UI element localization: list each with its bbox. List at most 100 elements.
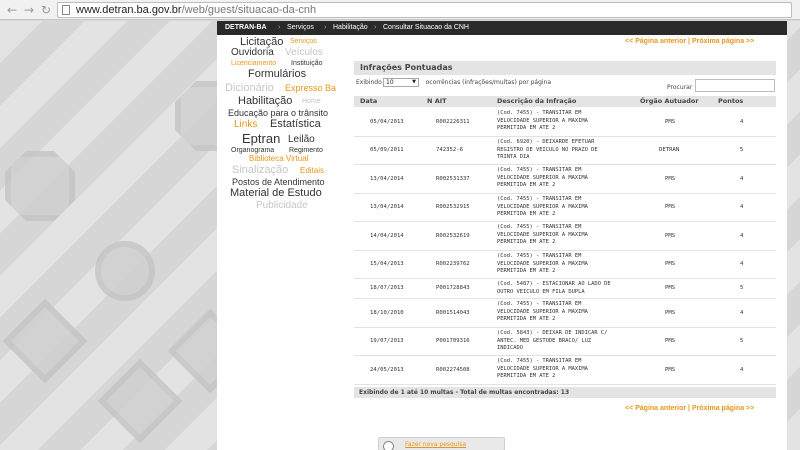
cell-date: 15/04/2013	[370, 261, 404, 267]
cell-ait: 742352-6	[436, 147, 463, 153]
breadcrumb: DETRAN-BA › Serviços › Habilitação › Con…	[217, 21, 787, 35]
cell-orgao: PMS	[665, 204, 676, 210]
table-footer: Exibindo de 1 até 10 multas - Total de m…	[354, 387, 776, 398]
cell-date: 24/05/2013	[370, 367, 404, 373]
length-suffix: ocorrências (infrações/multas) por págin…	[425, 79, 552, 86]
breadcrumb-brand[interactable]: DETRAN-BA	[225, 21, 267, 35]
tag-link[interactable]: Material de Estudo	[230, 188, 322, 199]
table-row: 13/04/2014 R002532915 (Cod. 7455) - TRANSI…	[354, 194, 776, 222]
table-row: 24/05/2013 R002274508 (Cod. 7455) - TRANSI…	[354, 356, 776, 385]
tag-link[interactable]: Expresso Ba	[285, 84, 336, 93]
breadcrumb-item-consultar[interactable]: Consultar Situacao da CNH	[383, 21, 469, 35]
arrow-right-icon[interactable]: →	[22, 3, 36, 17]
cell-description: (Cod. 7455) - TRANSITAR EM VELOCIDADE SU…	[497, 301, 588, 323]
next-page-link[interactable]: Próxima página >>	[692, 405, 754, 412]
cell-ait: R002532619	[436, 233, 470, 239]
tag-link[interactable]: Licenciamento	[231, 60, 276, 67]
cell-pontos: 4	[740, 204, 744, 210]
cell-date: 05/09/2011	[370, 147, 404, 153]
breadcrumb-item-servicos[interactable]: Serviços	[287, 21, 314, 35]
cell-description: (Cod. 5487) - ESTACIONAR AO LADO DE OUTR…	[497, 281, 611, 295]
cell-ait: R001514043	[436, 310, 470, 316]
cell-pontos: 4	[740, 119, 744, 125]
cell-pontos: 4	[740, 310, 744, 316]
tag-link[interactable]: Leilão	[288, 135, 315, 145]
warning-sign-graphic	[97, 358, 183, 444]
cell-pontos: 4	[740, 367, 744, 373]
tag-link[interactable]: Biblioteca Virtual	[249, 155, 308, 163]
prev-page-link[interactable]: << Página anterior	[625, 38, 686, 45]
tag-link[interactable]: Dicionário	[225, 83, 274, 94]
cell-orgao: PMS	[665, 261, 676, 267]
cell-pontos: 4	[740, 261, 744, 267]
page-icon	[62, 5, 70, 15]
tag-link[interactable]: Formulários	[248, 69, 306, 80]
cell-description: (Cod. 6920) - DEIXARDE EFETUAR REGISTRO …	[497, 139, 598, 161]
length-prefix: Exibindo	[356, 79, 382, 86]
breadcrumb-separator: ›	[324, 24, 327, 31]
cell-description: (Cod. 7455) - TRANSITAR EM VELOCIDADE SU…	[497, 110, 588, 132]
chevron-down-icon: ▼	[412, 79, 416, 85]
search-input[interactable]	[695, 79, 775, 92]
table-row: 05/04/2013 R002226311 (Cod. 7455) - TRANSI…	[354, 108, 776, 137]
table-row: 14/04/2014 R002532619 (Cod. 7455) - TRANSI…	[354, 222, 776, 251]
page-length-select[interactable]: 10 ▼	[383, 78, 419, 87]
cell-orgao: PMS	[665, 367, 676, 373]
tag-link[interactable]: Home	[302, 98, 321, 105]
pager-top: << Página anterior | Próxima página >>	[625, 38, 754, 45]
cell-ait: R002226311	[436, 119, 470, 125]
breadcrumb-item-habilitacao[interactable]: Habilitação	[333, 21, 368, 35]
cell-date: 18/10/2010	[370, 310, 404, 316]
cell-pontos: 5	[740, 285, 744, 291]
cell-orgao: PMS	[665, 338, 676, 344]
cell-ait: P001728843	[436, 285, 470, 291]
next-page-link[interactable]: Próxima página >>	[692, 38, 754, 45]
round-sign-graphic	[95, 241, 155, 301]
tag-link[interactable]: Instituição	[291, 60, 323, 67]
address-bar[interactable]: www.detran.ba.gov.br/web/guest/situacao-…	[57, 2, 792, 18]
table-row: 19/07/2013 P001709316 (Cod. 5843) - DEIXAR…	[354, 328, 776, 356]
cell-orgao: PMS	[665, 285, 676, 291]
tag-link[interactable]: Postos de Atendimento	[232, 178, 325, 187]
browser-toolbar: ← → ↻ www.detran.ba.gov.br/web/guest/sit…	[0, 0, 800, 20]
tag-link[interactable]: Regimento	[289, 147, 323, 154]
pager-separator: |	[688, 38, 691, 45]
tag-link[interactable]: Estatística	[270, 119, 321, 130]
breadcrumb-separator: ›	[278, 24, 281, 31]
tag-link[interactable]: Ouvidoria	[231, 48, 274, 58]
tag-link[interactable]: Editais	[300, 167, 324, 175]
tag-link[interactable]: Organograma	[231, 147, 274, 154]
column-header-ait[interactable]: N AIT	[427, 96, 447, 107]
tag-link[interactable]: Links	[234, 120, 257, 130]
tag-link[interactable]: Educação para o trânsito	[228, 109, 328, 118]
cell-orgao: PMS	[665, 119, 676, 125]
table-row: 13/04/2014 R002531337 (Cod. 7455) - TRANSI…	[354, 165, 776, 194]
column-header-data[interactable]: Data	[360, 96, 377, 107]
cell-orgao: PMS	[665, 233, 676, 239]
tag-link[interactable]: Habilitação	[238, 96, 292, 107]
table-row: 15/04/2013 R002239762 (Cod. 7455) - TRANSI…	[354, 251, 776, 279]
tag-link[interactable]: Veículos	[285, 48, 323, 58]
new-search-button[interactable]: Fazer nova pesquisa	[378, 437, 505, 450]
cell-description: (Cod. 5843) - DEIXAR DE INDICAR C/ ANTEC…	[497, 330, 608, 352]
column-header-descricao[interactable]: Descrição da Infração	[497, 96, 576, 107]
column-header-pontos[interactable]: Pontos	[718, 96, 743, 107]
tag-link[interactable]: Sinalização	[232, 165, 288, 176]
cell-date: 13/04/2014	[370, 204, 404, 210]
cell-date: 13/04/2014	[370, 176, 404, 182]
url-path: /web/guest/situacao-da-cnh	[181, 4, 317, 16]
tag-link[interactable]: Publicidade	[256, 201, 308, 211]
warning-sign-graphic	[2, 298, 88, 384]
cell-ait: R002532915	[436, 204, 470, 210]
column-header-orgao[interactable]: Órgão Autuador	[640, 96, 699, 107]
tag-link[interactable]: Eptran	[242, 132, 280, 145]
cell-orgao: DETRAN	[659, 147, 680, 153]
prev-page-link[interactable]: << Página anterior	[625, 405, 686, 412]
new-search-label: Fazer nova pesquisa	[405, 441, 467, 448]
reload-icon[interactable]: ↻	[39, 3, 53, 17]
cell-description: (Cod. 7455) - TRANSITAR EM VELOCIDADE SU…	[497, 253, 588, 275]
arrow-left-icon[interactable]: ←	[5, 3, 19, 17]
tag-link[interactable]: Serviços	[290, 38, 317, 45]
table-row: 18/10/2010 R001514043 (Cod. 7455) - TRANSI…	[354, 299, 776, 328]
stop-sign-graphic	[5, 151, 75, 221]
